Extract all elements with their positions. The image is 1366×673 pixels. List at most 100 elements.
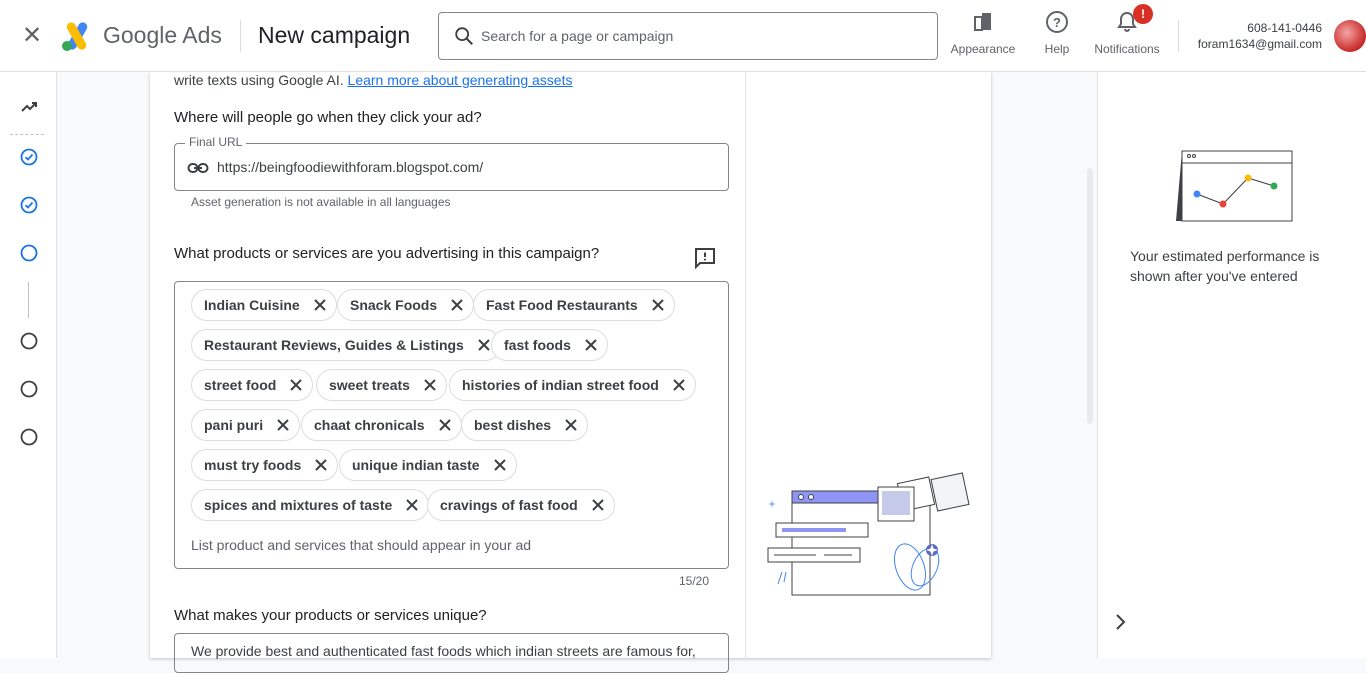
- account-info[interactable]: 608-141-0446 foram1634@gmail.com: [1198, 20, 1322, 52]
- circle-icon[interactable]: [20, 428, 38, 446]
- insights-icon[interactable]: [20, 98, 38, 116]
- close-icon[interactable]: [478, 339, 490, 351]
- chip[interactable]: sweet treats: [316, 369, 447, 401]
- chip-label: Snack Foods: [350, 297, 438, 313]
- chip[interactable]: Fast Food Restaurants: [473, 289, 675, 321]
- chip-label: Restaurant Reviews, Guides & Listings: [204, 337, 464, 353]
- appearance-button[interactable]: Appearance: [950, 10, 1016, 62]
- check-circle-icon[interactable]: [20, 148, 38, 166]
- chip[interactable]: must try foods: [191, 449, 339, 481]
- svg-text:?: ?: [1053, 15, 1061, 30]
- appearance-icon: [974, 13, 991, 31]
- help-button[interactable]: ? Help: [1036, 10, 1078, 62]
- chip-label: fast foods: [504, 337, 571, 353]
- divider: [240, 20, 241, 52]
- final-url-input[interactable]: [217, 156, 717, 178]
- chip-label: sweet treats: [329, 377, 410, 393]
- brand-name: Google Ads: [103, 22, 222, 48]
- close-icon[interactable]: [565, 419, 577, 431]
- performance-chart-illustration: [1176, 150, 1293, 222]
- avatar[interactable]: [1334, 20, 1366, 52]
- close-icon[interactable]: [451, 299, 463, 311]
- unique-textarea-value: We provide best and authenticated fast f…: [191, 643, 696, 659]
- circle-icon[interactable]: [20, 244, 38, 262]
- divider: [745, 72, 746, 658]
- close-icon[interactable]: [424, 379, 436, 391]
- link-icon: [187, 163, 209, 173]
- chip-label: street food: [204, 377, 277, 393]
- products-chip-field[interactable]: Indian Cuisine Snack Foods Fast Food Res…: [174, 281, 729, 569]
- scrollbar-thumb[interactable]: [1087, 168, 1093, 424]
- account-email: foram1634@gmail.com: [1197, 37, 1322, 51]
- ad-preview-illustration: [767, 472, 970, 596]
- chip[interactable]: street food: [191, 369, 314, 401]
- chip[interactable]: unique indian taste: [339, 449, 517, 481]
- chip[interactable]: histories of indian street food: [449, 369, 696, 401]
- chip[interactable]: Snack Foods: [337, 289, 475, 321]
- chevron-right-icon[interactable]: [1110, 612, 1130, 632]
- feedback-icon[interactable]: [694, 247, 716, 269]
- notification-badge: !: [1133, 4, 1153, 24]
- divider: [1178, 20, 1179, 52]
- chip[interactable]: fast foods: [491, 329, 608, 361]
- performance-text: Your estimated performance is shown afte…: [1130, 248, 1320, 284]
- intro-text-label: write texts using Google AI.: [174, 72, 348, 88]
- chip[interactable]: Indian Cuisine: [191, 289, 337, 321]
- close-icon[interactable]: [591, 499, 604, 511]
- performance-panel: Your estimated performance is shown afte…: [1097, 72, 1366, 658]
- notifications-button[interactable]: ! Notifications: [1088, 4, 1166, 62]
- search-input[interactable]: [481, 13, 921, 59]
- close-icon[interactable]: [290, 379, 303, 391]
- chip-label: must try foods: [204, 457, 302, 473]
- close-icon[interactable]: ✕: [18, 22, 46, 50]
- close-icon[interactable]: [585, 339, 597, 351]
- chips-counter: 15/20: [679, 574, 710, 588]
- chip-label: unique indian taste: [352, 457, 480, 473]
- notifications-label: Notifications: [1094, 42, 1160, 56]
- chip[interactable]: cravings of fast food: [427, 489, 615, 521]
- top-bar: ✕ Google Ads New campaign Appearance ? H…: [0, 0, 1366, 72]
- scrollbar[interactable]: [1084, 168, 1096, 424]
- chip-label: cravings of fast food: [440, 497, 578, 513]
- close-icon[interactable]: [313, 299, 326, 311]
- chip[interactable]: chaat chronicals: [301, 409, 462, 441]
- chip[interactable]: best dishes: [461, 409, 589, 441]
- unique-textarea[interactable]: We provide best and authenticated fast f…: [174, 633, 729, 673]
- url-question: Where will people go when they click you…: [174, 109, 482, 126]
- divider: [28, 282, 29, 318]
- learn-more-link[interactable]: Learn more about generating assets: [348, 72, 573, 88]
- close-icon[interactable]: [673, 379, 685, 391]
- close-icon[interactable]: [438, 419, 451, 431]
- close-icon[interactable]: [277, 419, 289, 431]
- step-rail: [0, 72, 57, 658]
- search-box[interactable]: [438, 12, 938, 60]
- chip-label: Indian Cuisine: [204, 297, 300, 313]
- close-icon[interactable]: [406, 499, 419, 511]
- search-icon: [455, 27, 473, 45]
- chip[interactable]: pani puri: [191, 409, 301, 441]
- google-ads-logo: [62, 22, 88, 51]
- circle-icon[interactable]: [20, 332, 38, 350]
- close-icon[interactable]: [493, 459, 506, 471]
- final-url-field[interactable]: Final URL: [174, 135, 729, 191]
- close-icon[interactable]: [315, 459, 327, 471]
- check-circle-icon[interactable]: [20, 196, 38, 214]
- url-hint: Asset generation is not available in all…: [191, 195, 451, 209]
- campaign-form-card: write texts using Google AI. Learn more …: [150, 72, 991, 673]
- chip-label: pani puri: [204, 417, 264, 433]
- chip[interactable]: Restaurant Reviews, Guides & Listings: [191, 329, 501, 361]
- chip-label: histories of indian street food: [462, 377, 659, 393]
- final-url-label: Final URL: [185, 135, 247, 149]
- close-icon[interactable]: [651, 299, 664, 311]
- chip-label: spices and mixtures of taste: [204, 497, 393, 513]
- chip-label: best dishes: [474, 417, 552, 433]
- chip[interactable]: spices and mixtures of taste: [191, 489, 430, 521]
- page-title: New campaign: [258, 22, 411, 48]
- products-question: What products or services are you advert…: [174, 245, 600, 262]
- help-icon: ?: [1046, 11, 1068, 33]
- chip-label: chaat chronicals: [314, 417, 425, 433]
- circle-icon[interactable]: [20, 380, 38, 398]
- divider: [10, 134, 44, 135]
- unique-question: What makes your products or services uni…: [174, 607, 487, 624]
- products-input[interactable]: [191, 534, 711, 556]
